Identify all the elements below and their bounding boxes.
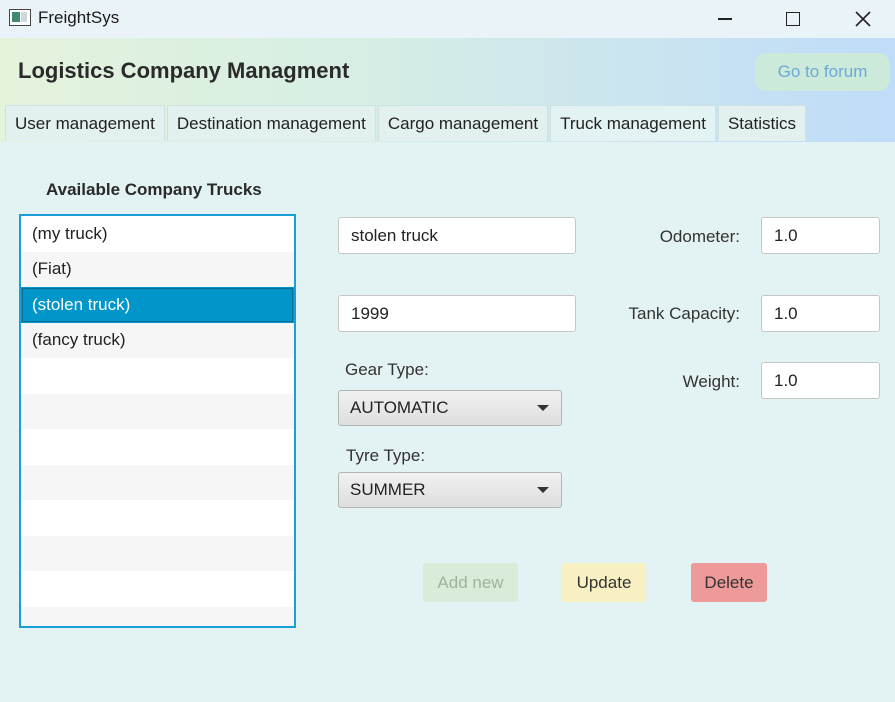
go-to-forum-button[interactable]: Go to forum [755,53,890,91]
empty-list-row [21,393,294,429]
tab-cargo-management[interactable]: Cargo management [377,105,549,141]
tab-statistics[interactable]: Statistics [717,105,806,141]
tank-capacity-field[interactable]: 1.0 [761,295,880,332]
weight-label: Weight: [682,372,740,391]
tyre-type-label: Tyre Type: [346,446,426,465]
window-title: FreightSys [38,8,120,27]
gear-type-select[interactable]: AUTOMATIC [338,390,562,426]
delete-button[interactable]: Delete [691,563,767,602]
odometer-label: Odometer: [659,227,740,246]
minimize-button[interactable] [690,0,760,38]
empty-list-row [21,535,294,571]
chevron-down-icon [537,405,549,411]
tank-capacity-label: Tank Capacity: [628,304,741,323]
empty-list-row [21,358,294,394]
tab-bar: User management Destination management C… [5,105,808,141]
maximize-button[interactable] [758,0,828,38]
tab-truck-management[interactable]: Truck management [550,105,716,141]
tab-destination-management[interactable]: Destination management [166,105,376,141]
gear-type-label: Gear Type: [345,360,429,379]
empty-list-row [21,606,294,626]
odometer-field[interactable]: 1.0 [761,217,880,254]
empty-list-row [21,571,294,607]
list-item[interactable]: (Fiat) [21,251,294,287]
truck-year-field[interactable]: 1999 [338,295,576,332]
close-icon [855,11,871,27]
truck-name-field[interactable]: stolen truck [338,217,576,254]
list-item[interactable]: (my truck) [21,216,294,252]
app-window-icon [9,9,31,26]
tab-user-management[interactable]: User management [5,105,165,141]
close-button[interactable] [828,0,895,38]
list-item-selected[interactable]: (stolen truck) [21,287,294,323]
empty-list-row [21,429,294,465]
maximize-icon [786,12,800,26]
list-item[interactable]: (fancy truck) [21,322,294,358]
weight-field[interactable]: 1.0 [761,362,880,399]
chevron-down-icon [537,487,549,493]
trucks-list[interactable]: (my truck) (Fiat) (stolen truck) (fancy … [19,214,296,628]
minimize-icon [718,18,732,20]
tyre-type-value: SUMMER [350,480,426,499]
update-button[interactable]: Update [562,563,646,602]
tyre-type-select[interactable]: SUMMER [338,472,562,508]
page-title: Logistics Company Managment [18,58,350,83]
trucks-list-title: Available Company Trucks [46,180,262,199]
window-titlebar: FreightSys [0,0,895,38]
add-new-button[interactable]: Add new [423,563,518,602]
empty-list-row [21,464,294,500]
gear-type-value: AUTOMATIC [350,398,449,417]
empty-list-row [21,500,294,536]
